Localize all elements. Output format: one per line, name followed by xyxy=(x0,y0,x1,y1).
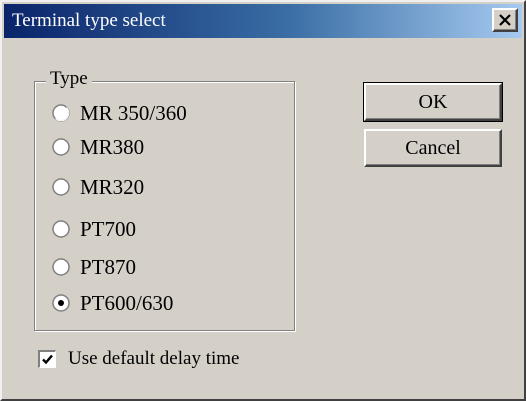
title-bar[interactable]: Terminal type select xyxy=(4,4,522,38)
cancel-button[interactable]: Cancel xyxy=(364,129,502,167)
radio-label: PT870 xyxy=(80,255,137,279)
radio-option-mr380[interactable]: MR380 xyxy=(52,132,144,162)
radio-option-pt600-630[interactable]: PT600/630 xyxy=(52,288,173,318)
use-default-delay-label: Use default delay time xyxy=(68,348,240,369)
type-group-legend: Type xyxy=(46,68,92,90)
radio-label: MR320 xyxy=(80,175,145,199)
radio-button-icon[interactable] xyxy=(52,178,70,196)
close-button[interactable] xyxy=(492,8,518,32)
radio-label: PT700 xyxy=(80,217,137,241)
radio-option-pt700[interactable]: PT700 xyxy=(52,214,136,244)
radio-button-icon[interactable] xyxy=(52,220,70,238)
radio-label: PT600/630 xyxy=(80,291,174,315)
radio-option-pt870[interactable]: PT870 xyxy=(52,252,136,282)
radio-button-icon[interactable] xyxy=(52,138,70,156)
window-title: Terminal type select xyxy=(12,10,166,31)
radio-label: MR380 xyxy=(80,135,145,159)
radio-option-mr350-360[interactable]: MR 350/360 xyxy=(52,98,187,128)
close-icon xyxy=(499,14,511,26)
checkmark-icon xyxy=(42,354,53,365)
use-default-delay-checkbox-row[interactable]: Use default delay time xyxy=(38,345,239,373)
radio-button-icon[interactable] xyxy=(52,104,70,122)
ok-button[interactable]: OK xyxy=(363,82,503,122)
use-default-delay-checkbox[interactable] xyxy=(38,350,56,368)
radio-button-icon[interactable] xyxy=(52,258,70,276)
radio-option-mr320[interactable]: MR320 xyxy=(52,172,144,202)
radio-label: MR 350/360 xyxy=(80,101,187,125)
radio-button-icon[interactable] xyxy=(52,294,70,312)
terminal-type-dialog: Terminal type select Type MR 350/360 MR3… xyxy=(0,0,526,401)
